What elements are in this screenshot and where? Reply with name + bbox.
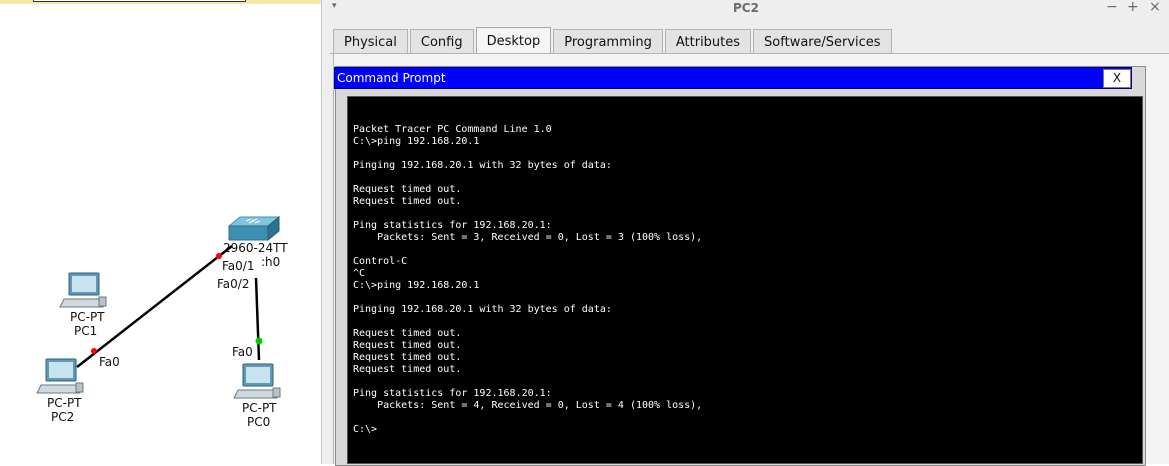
port-label-fa0-2: Fa0/2: [217, 277, 249, 291]
terminal-line: ^C: [353, 268, 366, 279]
pc0-name-label: PC0: [247, 415, 270, 429]
pc1-type-label: PC-PT: [70, 310, 105, 324]
pc0-type-label: PC-PT: [242, 401, 277, 415]
port-label-pc0-fa0: Fa0: [232, 345, 253, 359]
terminal-line: Pinging 192.168.20.1 with 32 bytes of da…: [353, 160, 612, 171]
tab-physical[interactable]: Physical: [333, 29, 408, 54]
terminal-line: C:\>ping 192.168.20.1: [353, 280, 480, 291]
tab-attributes[interactable]: Attributes: [664, 29, 752, 54]
cable-pc0-switch[interactable]: [254, 277, 261, 361]
terminal-line: Request timed out.: [353, 364, 462, 375]
terminal-line: C:\>: [353, 424, 378, 435]
pc1-icon[interactable]: [59, 272, 107, 308]
command-prompt-title: Command Prompt: [337, 71, 446, 85]
pc2-type-label: PC-PT: [47, 396, 82, 410]
minimize-button[interactable]: −: [1106, 0, 1118, 15]
terminal-line: Ping statistics for 192.168.20.1:: [353, 388, 552, 399]
terminal-line: Request timed out.: [353, 340, 462, 351]
terminal-line: Request timed out.: [353, 184, 462, 195]
terminal-line: Ping statistics for 192.168.20.1:: [353, 220, 552, 231]
tab-config[interactable]: Config: [409, 29, 474, 54]
terminal-line: Request timed out.: [353, 328, 462, 339]
terminal-line: Packets: Sent = 3, Received = 0, Lost = …: [353, 232, 703, 243]
terminal-line: Control-C: [353, 256, 408, 267]
pc1-name-label: PC1: [74, 324, 97, 338]
terminal-output[interactable]: Packet Tracer PC Command Line 1.0 C:\>pin…: [347, 96, 1143, 464]
tab-software-services[interactable]: Software/Services: [753, 29, 892, 54]
terminal-line: Request timed out.: [353, 196, 462, 207]
switch-icon[interactable]: [227, 215, 281, 242]
pc0-icon[interactable]: [233, 363, 281, 399]
terminal-line: Packet Tracer PC Command Line 1.0: [353, 124, 552, 135]
topology-workspace[interactable]: 2960-24TT :h0 Fa0/1 Fa0/2 Fa0 Fa0 PC-PT …: [0, 0, 321, 464]
port-label-fa0-1: Fa0/1: [222, 259, 254, 273]
topology-canvas[interactable]: 2960-24TT :h0 Fa0/1 Fa0/2 Fa0 Fa0 PC-PT …: [0, 0, 321, 464]
device-tabs: Physical Config Desktop Programming Attr…: [333, 27, 894, 54]
terminal-line: Packets: Sent = 4, Received = 0, Lost = …: [353, 400, 703, 411]
terminal-line: Request timed out.: [353, 352, 462, 363]
window-title: PC2: [733, 1, 759, 15]
close-window-button[interactable]: ×: [1149, 0, 1161, 15]
command-prompt-close-button[interactable]: X: [1103, 69, 1131, 88]
link-light-pc0: [255, 337, 263, 345]
maximize-button[interactable]: +: [1127, 0, 1139, 15]
window-titlebar[interactable]: ▾ PC2 − + ×: [322, 0, 1169, 17]
link-light-pc2: [91, 348, 97, 354]
switch-model-label: 2960-24TT: [223, 241, 288, 255]
tab-desktop[interactable]: Desktop: [475, 27, 552, 53]
pc2-window: ▾ PC2 − + × Physical Config Desktop Prog…: [321, 0, 1169, 466]
port-label-pc2-fa0: Fa0: [99, 355, 120, 369]
terminal-line: C:\>ping 192.168.20.1: [353, 136, 480, 147]
tab-programming[interactable]: Programming: [553, 29, 663, 54]
terminal-line: Pinging 192.168.20.1 with 32 bytes of da…: [353, 304, 612, 315]
pc2-name-label: PC2: [51, 410, 74, 424]
pc2-icon[interactable]: [36, 358, 84, 394]
switch-port-partial-label: :h0: [261, 255, 280, 269]
command-prompt-titlebar: Command Prompt X: [334, 67, 1132, 89]
